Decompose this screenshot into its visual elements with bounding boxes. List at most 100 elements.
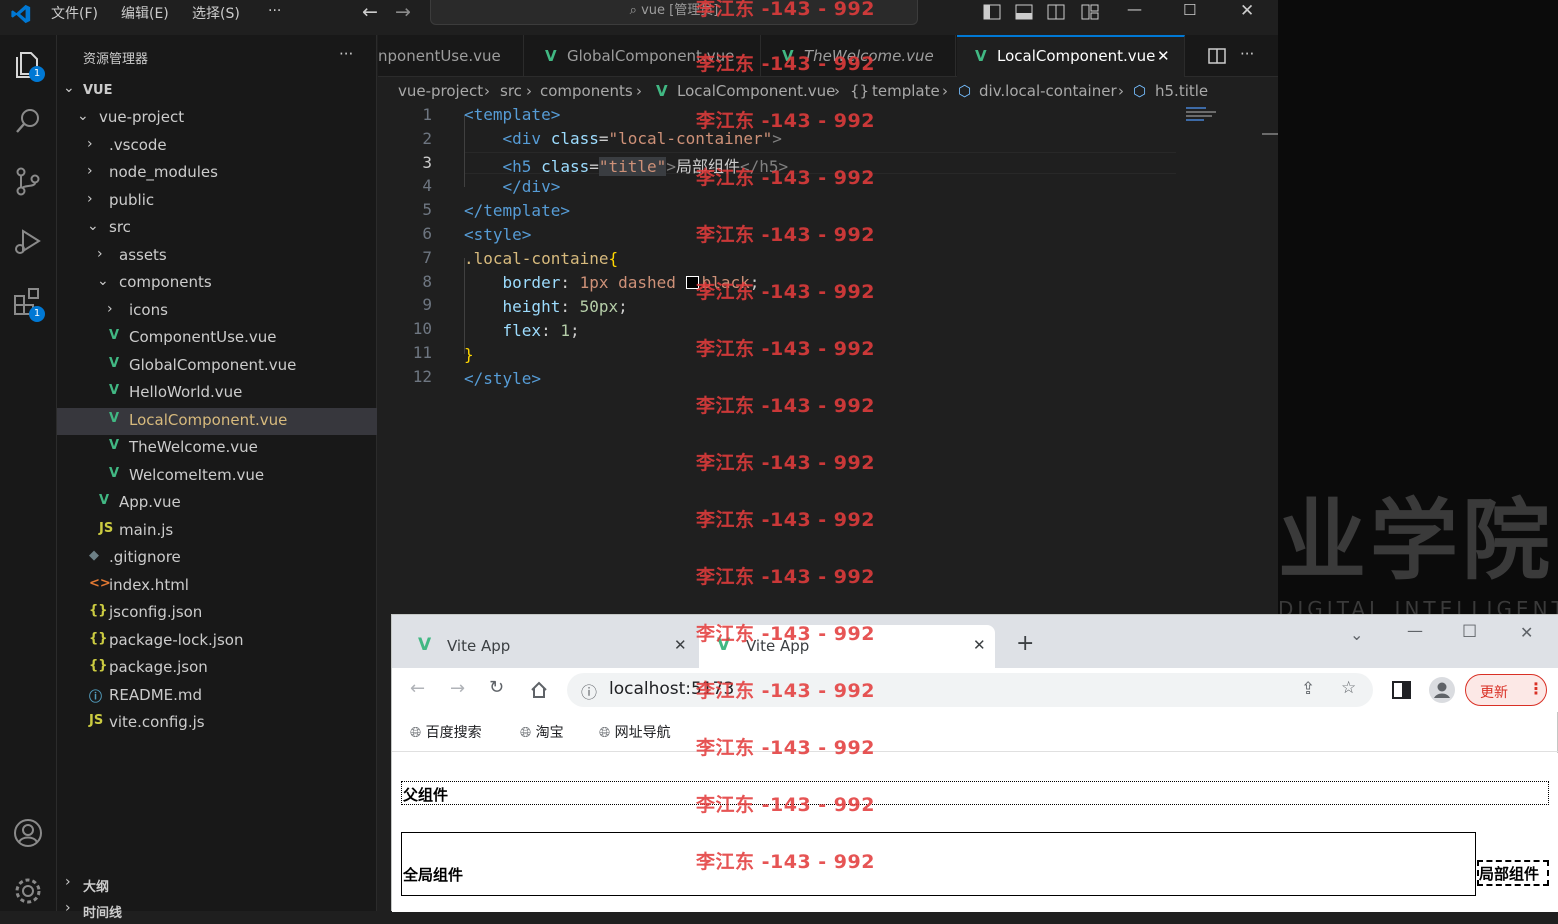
code-editor[interactable]: 1 2 3 4 5 6 7 8 9 10 11 12 <template> <div class="l… xyxy=(378,105,1278,605)
tab-thewelcome[interactable]: V TheWelcome.vue xyxy=(762,35,956,77)
update-button[interactable]: 更新 ⋮ xyxy=(1465,674,1547,706)
reload-icon[interactable]: ↻ xyxy=(489,677,504,698)
file-item[interactable]: {} package-lock.json xyxy=(57,628,377,655)
color-swatch[interactable] xyxy=(685,276,699,289)
tree-item-label: jsconfig.json xyxy=(109,603,203,621)
workspace-root[interactable]: ⌄ VUE xyxy=(57,77,377,104)
breadcrumb-item[interactable]: LocalComponent.vue xyxy=(677,82,835,100)
file-item[interactable]: V WelcomeItem.vue xyxy=(57,463,377,490)
file-item[interactable]: V TheWelcome.vue xyxy=(57,435,377,462)
tree-item-label: ComponentUse.vue xyxy=(129,328,277,346)
toggle-secondary-sidebar-icon[interactable] xyxy=(1047,3,1065,21)
toggle-panel-icon[interactable] xyxy=(1015,3,1033,21)
minimize-icon[interactable]: — xyxy=(1127,0,1142,18)
breadcrumb-item[interactable]: src xyxy=(500,82,522,100)
breadcrumb-item[interactable]: h5.title xyxy=(1155,82,1208,100)
bookmark-star-icon[interactable]: ☆ xyxy=(1341,678,1356,698)
close-window-icon[interactable]: ✕ xyxy=(1520,623,1533,642)
file-item[interactable]: V GlobalComponent.vue xyxy=(57,353,377,380)
bookmark-item[interactable]: 🌐︎ 百度搜索 xyxy=(410,722,482,742)
scrollbar-indicator[interactable] xyxy=(1262,133,1278,135)
tab-search-chevron-icon[interactable]: ⌄ xyxy=(1350,625,1363,644)
home-icon[interactable] xyxy=(529,680,549,700)
browser-tab-active[interactable]: V Vite App ✕ xyxy=(699,625,995,668)
tree-item-label: package-lock.json xyxy=(109,630,244,649)
file-item[interactable]: V HelloWorld.vue xyxy=(57,380,377,407)
parent-component-title: 父组件 xyxy=(403,786,449,804)
file-item[interactable]: <> index.html xyxy=(57,573,377,600)
close-tab-icon[interactable]: ✕ xyxy=(674,636,687,654)
settings-gear-icon[interactable] xyxy=(12,875,44,907)
info-icon[interactable]: ⓘ xyxy=(581,679,597,703)
file-item[interactable]: JS vite.config.js xyxy=(57,710,377,737)
file-item[interactable]: ◆ .gitignore xyxy=(57,545,377,572)
close-window-icon[interactable]: ✕ xyxy=(1240,1,1254,21)
folder-item[interactable]: › assets xyxy=(57,243,377,270)
menu-edit[interactable]: 编辑(E) xyxy=(121,3,169,23)
address-bar[interactable]: ⓘ localhost:5173 ⇪ ☆ xyxy=(567,673,1373,707)
explorer-more-button[interactable]: ··· xyxy=(339,45,353,63)
folder-item[interactable]: ⌄ src xyxy=(57,215,377,242)
menu-file[interactable]: 文件(F) xyxy=(51,3,98,23)
tab-componentuse[interactable]: nponentUse.vue xyxy=(378,35,524,77)
toggle-primary-sidebar-icon[interactable] xyxy=(983,3,1001,21)
breadcrumb: vue-project › src › components › V Local… xyxy=(378,79,1278,105)
close-tab-icon[interactable]: ✕ xyxy=(973,636,986,654)
folder-item[interactable]: › public xyxy=(57,188,377,215)
breadcrumb-item[interactable]: vue-project xyxy=(398,82,483,100)
forward-arrow-icon[interactable]: → xyxy=(450,678,465,699)
menu-more[interactable]: ··· xyxy=(268,3,281,19)
side-panel-icon[interactable] xyxy=(1392,681,1411,699)
tree-item-label: src xyxy=(109,218,131,236)
search-icon[interactable] xyxy=(12,105,44,137)
bookmark-item[interactable]: 🌐︎ 网址导航 xyxy=(599,722,671,742)
tab-globalcomponent[interactable]: V GlobalComponent.vue xyxy=(525,35,761,77)
back-arrow-icon[interactable]: ← xyxy=(362,1,378,23)
source-control-icon[interactable] xyxy=(12,165,44,197)
folder-item[interactable]: ⌄ vue-project xyxy=(57,105,377,132)
editor-more-actions-button[interactable]: ··· xyxy=(1240,45,1254,63)
folder-item[interactable]: › icons xyxy=(57,298,377,325)
bookmark-item[interactable]: 🌐︎ 淘宝 xyxy=(520,722,564,742)
breadcrumb-item[interactable]: div.local-container xyxy=(979,82,1117,100)
customize-layout-icon[interactable] xyxy=(1081,3,1099,21)
menu-select[interactable]: 选择(S) xyxy=(192,3,240,23)
folder-item[interactable]: › .vscode xyxy=(57,133,377,160)
profile-avatar[interactable] xyxy=(1429,677,1455,703)
forward-arrow-icon[interactable]: → xyxy=(395,1,411,23)
local-component-box: 局部组件 xyxy=(1477,860,1549,886)
breadcrumb-item[interactable]: template xyxy=(872,82,940,100)
tree-item-label: assets xyxy=(119,245,167,264)
line-number: 11 xyxy=(412,343,432,362)
file-item[interactable]: ⓘ README.md xyxy=(57,683,377,710)
chevron-right-icon: › xyxy=(834,82,840,100)
accounts-icon[interactable] xyxy=(12,817,44,849)
command-center-search[interactable]: ⌕ vue [管理员] xyxy=(430,0,918,25)
file-item[interactable]: JS main.js xyxy=(57,518,377,545)
new-tab-button[interactable]: + xyxy=(1016,631,1034,656)
outline-section[interactable]: › 大纲 xyxy=(57,871,377,898)
folder-item[interactable]: › node_modules xyxy=(57,160,377,187)
minimize-icon[interactable]: — xyxy=(1407,621,1423,640)
global-component-box: 全局组件 xyxy=(401,832,1476,896)
file-item[interactable]: V LocalComponent.vue xyxy=(57,407,377,435)
browser-tab[interactable]: V Vite App ✕ xyxy=(400,625,695,668)
maximize-icon[interactable]: ☐ xyxy=(1183,1,1196,19)
file-item[interactable]: V App.vue xyxy=(57,490,377,517)
maximize-icon[interactable]: ☐ xyxy=(1462,622,1477,642)
tree-item-label: TheWelcome.vue xyxy=(129,438,258,456)
run-debug-icon[interactable] xyxy=(12,225,44,257)
minimap[interactable] xyxy=(1186,107,1220,127)
code-line-6: <style> xyxy=(464,225,532,244)
close-tab-icon[interactable]: ✕ xyxy=(1157,47,1170,65)
back-arrow-icon[interactable]: ← xyxy=(410,678,425,699)
folder-item[interactable]: ⌄ components xyxy=(57,270,377,297)
tab-localcomponent[interactable]: V LocalComponent.vue ✕ xyxy=(957,35,1185,77)
file-item[interactable]: {} package.json xyxy=(57,655,377,682)
breadcrumb-item[interactable]: components xyxy=(540,82,633,100)
split-editor-icon[interactable] xyxy=(1208,47,1226,65)
url-text: localhost:5173 xyxy=(609,679,735,699)
file-item[interactable]: {} jsconfig.json xyxy=(57,600,377,627)
file-item[interactable]: V ComponentUse.vue xyxy=(57,325,377,352)
share-icon[interactable]: ⇪ xyxy=(1301,679,1315,699)
